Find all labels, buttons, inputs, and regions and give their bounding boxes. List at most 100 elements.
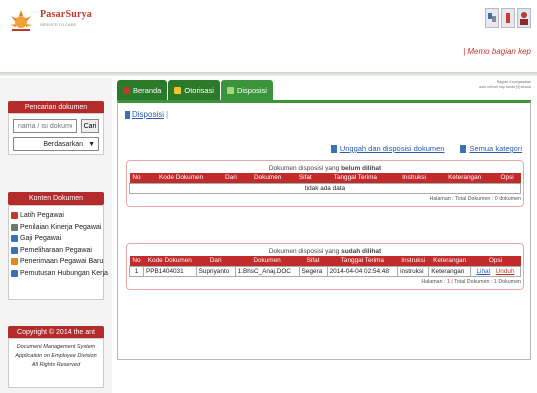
col-opsi: Opsi <box>493 173 521 183</box>
cell-dokumen: 1.BhsC_Anaj.DOC <box>234 265 300 277</box>
col-sifat: Sifat <box>292 173 319 183</box>
col-tanggal: Tanggal Terima <box>327 256 398 266</box>
konten-item-penerimaan[interactable]: Penerimaan Pegawai Baru <box>11 256 104 268</box>
col-no: No <box>129 173 144 183</box>
search-panel: Cari Berdasarkan ▼ <box>8 113 104 155</box>
unread-table-title: Dokumen disposisi yang belum dilihat <box>129 165 521 173</box>
cell-no: 1 <box>129 265 144 277</box>
cell-instruksi: instruksi <box>397 265 430 277</box>
breadcrumb-label: Disposisi <box>132 110 165 119</box>
pagination-prefix: Halaman : Total Dokumen : <box>429 195 495 202</box>
col-dokumen: Dokumen <box>235 256 300 266</box>
tab-label: Disposisi <box>236 85 267 95</box>
col-instruksi: Instruksi <box>392 173 436 183</box>
category-icon <box>460 144 467 153</box>
breadcrumb[interactable]: Disposisi | <box>125 110 168 119</box>
cell-sifat: Segera <box>298 265 328 277</box>
pagination-mid: | Total Dokumen : <box>449 278 494 285</box>
konten-item-latih[interactable]: Latih Pegawai <box>11 210 101 222</box>
col-kode: Kode Dokumen <box>143 173 219 183</box>
header-icons <box>485 8 531 28</box>
pagination-suffix: Dokumen <box>496 278 521 285</box>
main-tabs: Beranda Otorisasi Disposisi <box>117 78 273 100</box>
konten-item-label: Penerimaan Pegawai Baru <box>20 258 104 266</box>
konten-item-pemutusan[interactable]: Pemutusan Hubungan Kerja <box>11 268 108 280</box>
upload-label: Unggah dan disposisi dokumen <box>339 144 445 153</box>
copyright-line: Document Management System <box>16 344 96 350</box>
memo-title: | Memo bagian kep <box>463 47 531 56</box>
konten-item-label: Latih Pegawai <box>20 212 64 220</box>
action-row: Unggah dan disposisi dokumen Semua kateg… <box>330 144 522 153</box>
cell-tanggal: 2014-04-04 02:54:48 <box>326 265 399 277</box>
unread-pagination: Halaman : Total Dokumen : 0 dokumen <box>129 196 521 203</box>
unread-table-panel: Dokumen disposisi yang belum dilihat No … <box>126 160 524 207</box>
tab-otorisasi[interactable]: Otorisasi <box>168 80 220 100</box>
copyright-line: All Rights Reserved <box>31 362 81 368</box>
search-input[interactable] <box>13 119 77 133</box>
tab-label: Beranda <box>133 85 162 95</box>
col-no: No <box>129 256 144 266</box>
search-button[interactable]: Cari <box>81 119 99 133</box>
user-avatar-icon[interactable] <box>517 8 531 28</box>
pagination-prefix: Halaman : <box>421 278 447 285</box>
cell-keterangan: Keterangan <box>428 265 471 277</box>
search-filter-select[interactable]: Berdasarkan ▼ <box>13 137 99 151</box>
col-keterangan: Keterangan <box>428 256 471 266</box>
pagination-suffix: dokumen <box>497 195 521 202</box>
konten-item-label: Pemeliharaan Pegawai <box>20 246 92 254</box>
title-bold: belum dilihat <box>341 165 382 172</box>
empty-message: tidak ada data <box>129 182 521 194</box>
cell-dari: Supriyanto <box>195 265 236 277</box>
col-tanggal: Tanggal Terima <box>318 173 393 183</box>
table-row: tidak ada data <box>129 182 521 194</box>
col-sifat: Sifat <box>299 256 328 266</box>
konten-item-label: Gaji Pegawai <box>20 235 62 243</box>
header-divider <box>0 72 537 76</box>
tab-disposisi[interactable]: Disposisi <box>220 80 273 100</box>
cell-kode: PPB1404031 <box>143 265 197 277</box>
read-table-title: Dokumen disposisi yang sudah dilihat <box>129 248 521 256</box>
konten-item-label: Penilaian Kinerja Pegawai <box>20 223 102 231</box>
konten-item-label: Pemutusan Hubungan Kerja <box>20 269 108 277</box>
upload-icon <box>330 144 337 153</box>
col-dari: Dari <box>196 256 236 266</box>
termination-icon <box>11 269 18 277</box>
warning-icon[interactable] <box>501 8 515 28</box>
brand-name: PasarSurya <box>40 9 92 20</box>
read-pagination: Halaman : 1 | Total Dokumen : 1 Dokumen <box>129 279 521 286</box>
view-link[interactable]: Lihat <box>476 268 490 275</box>
konten-item-penilaian[interactable]: Penilaian Kinerja Pegawai <box>11 222 101 234</box>
col-dokumen: Dokumen <box>243 173 293 183</box>
download-link[interactable]: Unduh <box>496 268 515 275</box>
assessment-icon <box>11 223 18 231</box>
folder-icon <box>125 110 130 119</box>
breadcrumb-divider: | <box>166 110 169 119</box>
home-icon <box>123 86 130 94</box>
read-table: No Kode Dokumen Dari Dokumen Sifat Tangg… <box>129 256 521 277</box>
upload-disposition-link[interactable]: Unggah dan disposisi dokumen <box>330 144 445 153</box>
cell-opsi: Lihat Unduh <box>470 265 521 277</box>
table-row: 1 PPB1404031 Supriyanto 1.BhsC_Anaj.DOC … <box>129 265 521 277</box>
header: PasarSurya SERVICE TO CARE | Memo bagian… <box>0 0 537 78</box>
col-opsi: Opsi <box>470 256 521 266</box>
konten-item-gaji[interactable]: Gaji Pegawai <box>11 233 101 245</box>
title-bold: sudah dilihat <box>341 248 382 255</box>
categories-label: Semua kategori <box>469 144 522 153</box>
language-icon[interactable] <box>485 8 499 28</box>
col-dari: Dari <box>218 173 244 183</box>
col-instruksi: Instruksi <box>397 256 429 266</box>
page-description: Bagian Kepegawaian auto refresh tiap tan… <box>479 80 531 90</box>
search-filter-value: Berdasarkan <box>43 140 84 148</box>
all-categories-link[interactable]: Semua kategori <box>460 144 522 153</box>
copyright-line: Application on Employee Division <box>15 353 97 359</box>
konten-list: Latih Pegawai Penilaian Kinerja Pegawai … <box>8 205 108 300</box>
tab-label: Otorisasi <box>184 85 214 95</box>
recruitment-icon <box>11 258 18 266</box>
tab-beranda[interactable]: Beranda <box>117 80 168 100</box>
brand-tagline: SERVICE TO CARE <box>40 22 77 27</box>
table-header-row: No Kode Dokumen Dari Dokumen Sifat Tangg… <box>129 256 521 266</box>
copyright-box: Document Management System Application o… <box>8 338 104 388</box>
unread-table: No Kode Dokumen Dari Dokumen Sifat Tangg… <box>129 173 521 194</box>
read-table-panel: Dokumen disposisi yang sudah dilihat No … <box>126 243 524 290</box>
konten-item-pemeliharaan[interactable]: Pemeliharaan Pegawai <box>11 245 101 257</box>
